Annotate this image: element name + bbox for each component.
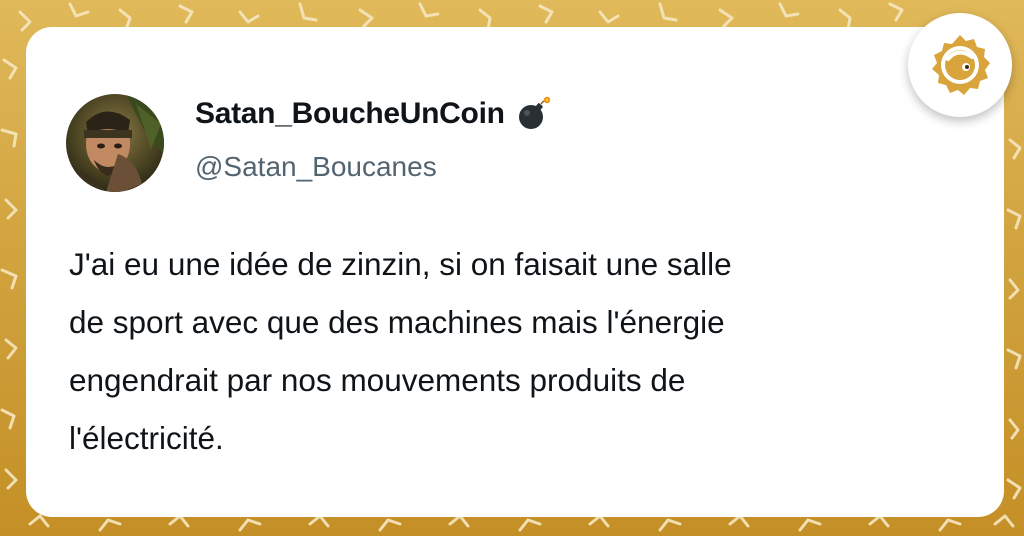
- handle[interactable]: @Satan_Boucanes: [195, 151, 437, 183]
- avatar[interactable]: [66, 94, 164, 192]
- brand-logo-icon: [932, 35, 990, 95]
- tweet-card: Satan_BoucheUnCoin @Satan_Boucanes J'ai …: [26, 27, 1004, 517]
- bomb-icon: [515, 95, 553, 133]
- tweet-text: J'ai eu une idée de zinzin, si on faisai…: [69, 246, 732, 456]
- avatar-image: [66, 94, 164, 192]
- display-name[interactable]: Satan_BoucheUnCoin: [195, 97, 505, 131]
- brand-badge: [908, 13, 1012, 117]
- author-row: Satan_BoucheUnCoin: [195, 95, 553, 133]
